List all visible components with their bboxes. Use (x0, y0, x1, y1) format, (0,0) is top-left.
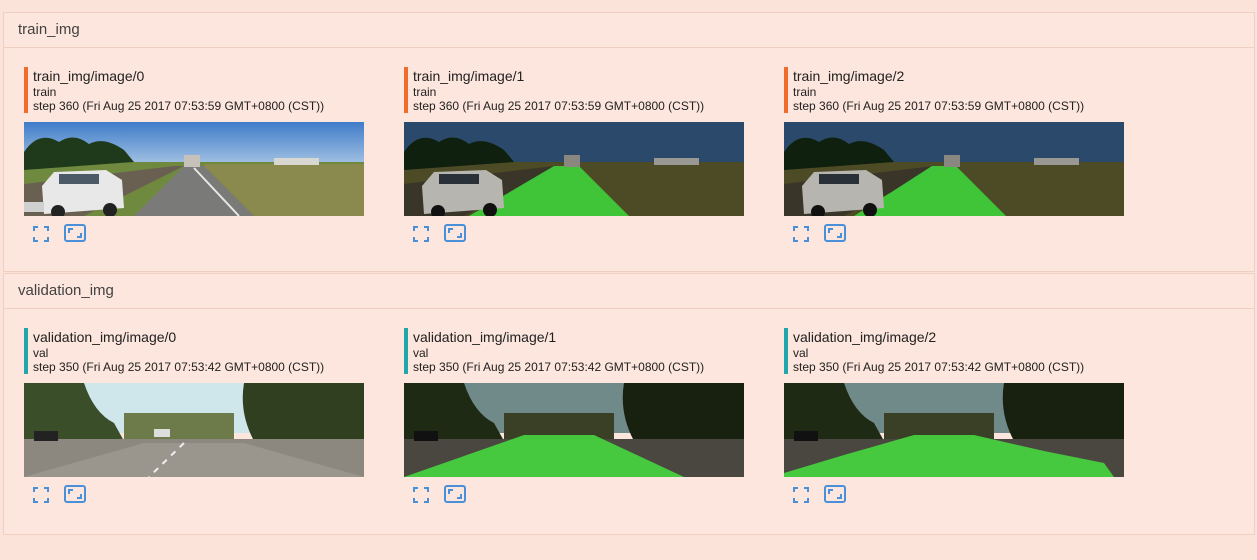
fullscreen-icon[interactable] (32, 486, 50, 504)
road-image-segmented (404, 122, 744, 216)
image-card: validation_img/image/2 val step 350 (Fri… (784, 328, 1144, 503)
actual-size-icon[interactable] (64, 485, 86, 503)
run-name: train (413, 85, 437, 99)
card-title: train_img/image/2 (793, 68, 905, 84)
step-label: step 350 (Fri Aug 25 2017 07:53:42 GMT+0… (33, 360, 325, 374)
fullscreen-icon[interactable] (792, 225, 810, 243)
run-color-bar (24, 328, 28, 374)
actual-size-icon[interactable] (444, 224, 466, 242)
road-image-segmented (784, 122, 1124, 216)
actual-size-icon[interactable] (824, 224, 846, 242)
actual-size-icon[interactable] (824, 485, 846, 503)
step-label: step 360 (Fri Aug 25 2017 07:53:59 GMT+0… (33, 99, 325, 113)
road-image-segmented (404, 383, 744, 477)
step-label: step 360 (Fri Aug 25 2017 07:53:59 GMT+0… (793, 99, 1085, 113)
card-title: validation_img/image/0 (33, 329, 177, 345)
image-card: train_img/image/0 train step 360 (Fri Au… (24, 67, 384, 242)
card-title: train_img/image/1 (413, 68, 525, 84)
card-title: train_img/image/0 (33, 68, 145, 84)
road-image-segmented (784, 383, 1124, 477)
run-name: train (33, 85, 57, 99)
run-name: val (33, 346, 49, 360)
road-image (24, 122, 364, 216)
section-title: validation_img (4, 274, 1254, 309)
train-img-section: train_img train_img/image/0 train step 3… (3, 12, 1255, 272)
actual-size-icon[interactable] (64, 224, 86, 242)
image-card: train_img/image/2 train step 360 (Fri Au… (784, 67, 1144, 242)
actual-size-icon[interactable] (444, 485, 466, 503)
fullscreen-icon[interactable] (412, 486, 430, 504)
run-name: val (793, 346, 809, 360)
run-name: train (793, 85, 817, 99)
run-color-bar (24, 67, 28, 113)
image-card: train_img/image/1 train step 360 (Fri Au… (404, 67, 764, 242)
fullscreen-icon[interactable] (412, 225, 430, 243)
card-title: validation_img/image/1 (413, 329, 557, 345)
image-card: validation_img/image/0 val step 350 (Fri… (24, 328, 384, 503)
card-title: validation_img/image/2 (793, 329, 937, 345)
run-color-bar (784, 328, 788, 374)
step-label: step 350 (Fri Aug 25 2017 07:53:42 GMT+0… (413, 360, 705, 374)
step-label: step 350 (Fri Aug 25 2017 07:53:42 GMT+0… (793, 360, 1085, 374)
step-label: step 360 (Fri Aug 25 2017 07:53:59 GMT+0… (413, 99, 705, 113)
image-card: validation_img/image/1 val step 350 (Fri… (404, 328, 764, 503)
validation-img-section: validation_img validation_img/image/0 va… (3, 273, 1255, 535)
fullscreen-icon[interactable] (792, 486, 810, 504)
section-title: train_img (4, 13, 1254, 48)
run-color-bar (404, 328, 408, 374)
fullscreen-icon[interactable] (32, 225, 50, 243)
run-color-bar (404, 67, 408, 113)
run-name: val (413, 346, 429, 360)
run-color-bar (784, 67, 788, 113)
road-image (24, 383, 364, 477)
